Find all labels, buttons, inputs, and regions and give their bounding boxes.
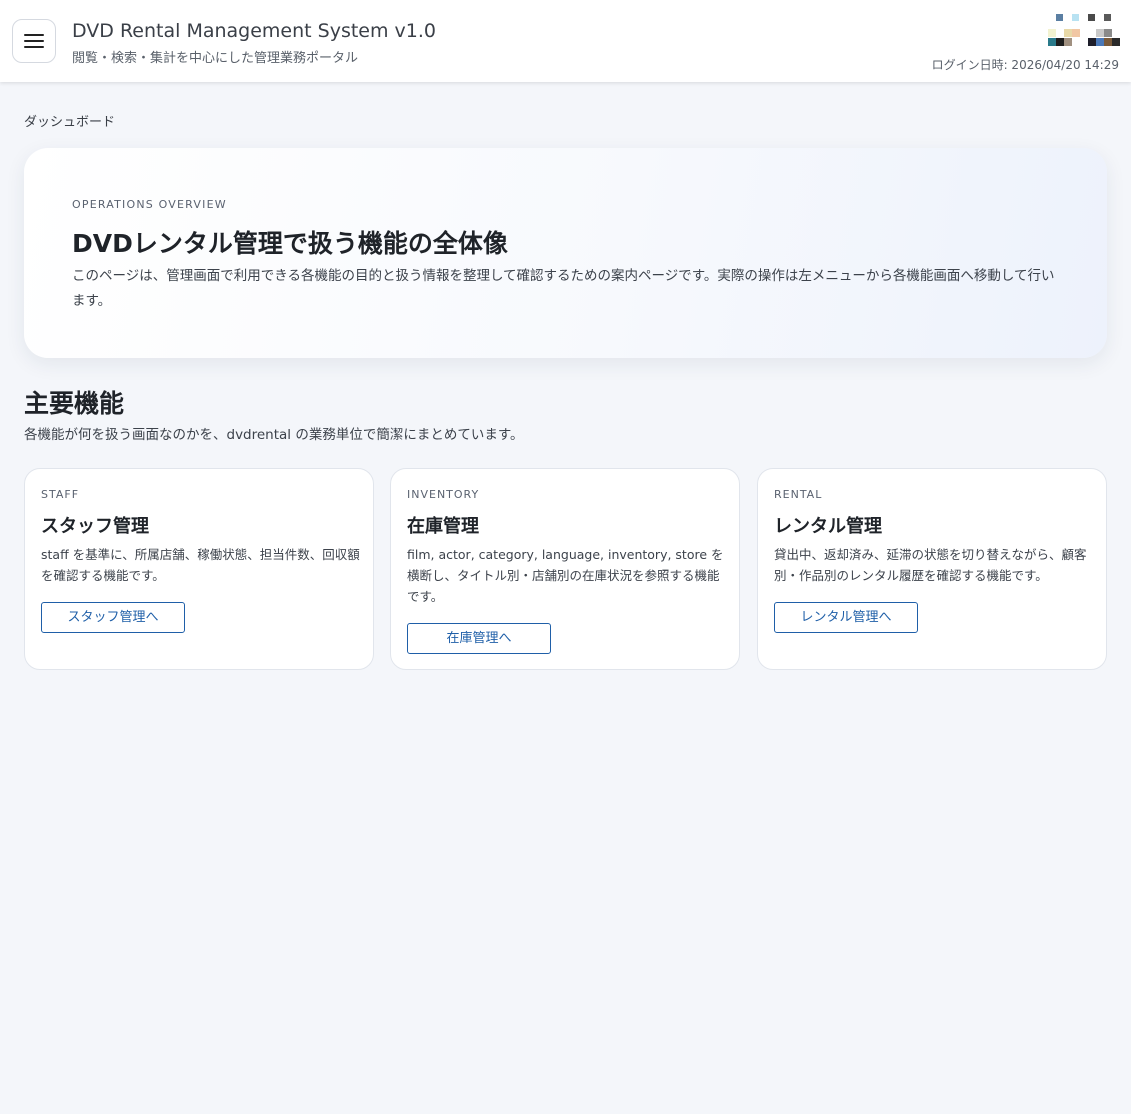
app-header: DVD Rental Management System v1.0 閲覧・検索・… — [0, 0, 1131, 82]
inventory-card: INVENTORY 在庫管理 film, actor, category, la… — [390, 468, 740, 670]
staff-management-button[interactable]: スタッフ管理へ — [41, 602, 185, 633]
card-description: film, actor, category, language, invento… — [407, 547, 724, 604]
rental-management-button[interactable]: レンタル管理へ — [774, 602, 918, 633]
user-avatar-icon[interactable] — [1047, 13, 1121, 47]
hero-eyebrow: OPERATIONS OVERVIEW — [72, 198, 227, 211]
hero-description: このページは、管理画面で利用できる各機能の目的と扱う情報を整理して確認するための… — [72, 268, 1055, 309]
breadcrumb[interactable]: ダッシュボード — [24, 111, 115, 130]
card-description: staff を基準に、所属店舗、稼働状態、担当件数、回収額を確認する機能です。 — [41, 547, 360, 583]
app-title: DVD Rental Management System v1.0 — [72, 20, 437, 42]
section-title: 主要機能 — [24, 389, 125, 418]
hamburger-menu-icon[interactable] — [12, 19, 56, 63]
card-description: 貸出中、返却済み、延滞の状態を切り替えながら、顧客別・作品別のレンタル履歴を確認… — [774, 547, 1087, 583]
card-eyebrow: RENTAL — [774, 488, 823, 501]
overview-hero: OPERATIONS OVERVIEW DVDレンタル管理で扱う機能の全体像 こ… — [24, 148, 1107, 358]
inventory-management-button[interactable]: 在庫管理へ — [407, 623, 551, 654]
card-title: レンタル管理 — [774, 516, 882, 537]
card-eyebrow: INVENTORY — [407, 488, 480, 501]
login-time: ログイン日時: 2026/04/20 14:29 — [931, 58, 1119, 72]
section-description: 各機能が何を扱う画面なのかを、dvdrental の業務単位で簡潔にまとめていま… — [24, 427, 524, 443]
staff-card: STAFF スタッフ管理 staff を基準に、所属店舗、稼働状態、担当件数、回… — [24, 468, 374, 670]
card-eyebrow: STAFF — [41, 488, 80, 501]
hero-title: DVDレンタル管理で扱う機能の全体像 — [72, 229, 508, 258]
app-subtitle: 閲覧・検索・集計を中心にした管理業務ポータル — [72, 51, 359, 66]
card-title: 在庫管理 — [407, 516, 479, 537]
card-title: スタッフ管理 — [41, 516, 149, 537]
rental-card: RENTAL レンタル管理 貸出中、返却済み、延滞の状態を切り替えながら、顧客別… — [757, 468, 1107, 670]
